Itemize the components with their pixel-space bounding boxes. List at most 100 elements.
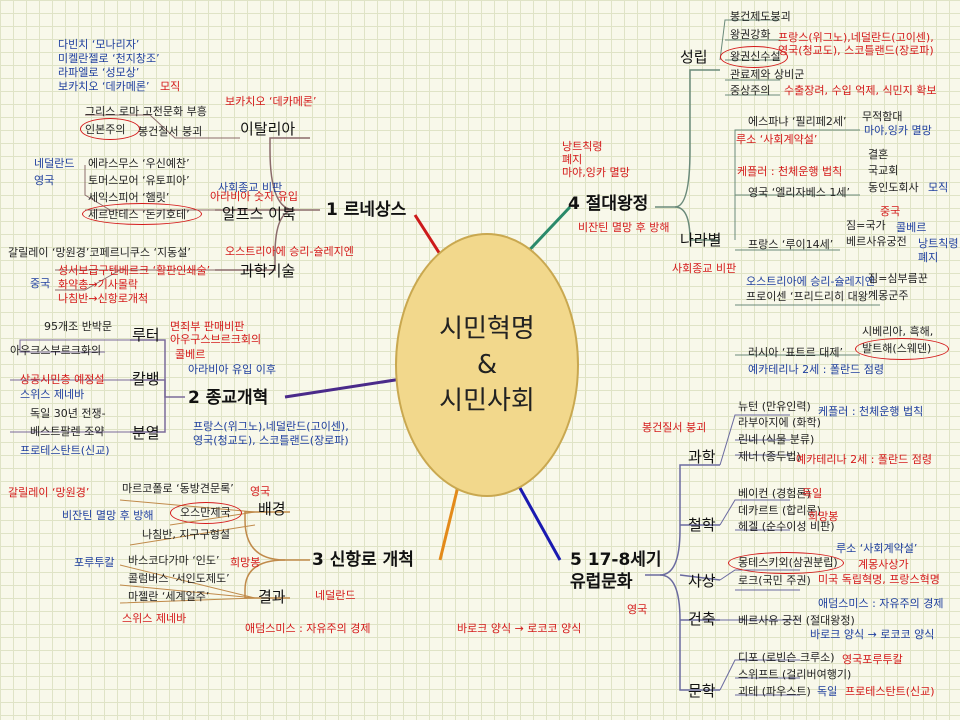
branch-culture-line2: 유럽문화 xyxy=(570,572,633,592)
baltic: 발트해(스웨덴) xyxy=(862,342,932,355)
node-literature: 문학 xyxy=(688,682,716,700)
netherlands: 네덜란드 xyxy=(34,157,75,170)
adam-smith: 애덤스미스 : 자유주의 경제 xyxy=(245,622,371,635)
baroque: 바로크 양식 → 로코코 양식 xyxy=(457,622,582,635)
columbus: 콜럼버스 ‘서인도제도’ xyxy=(128,572,230,585)
nantes-edict: 낭트칙령 xyxy=(562,140,603,153)
thirty-years: 독일 30년 전쟁- xyxy=(30,407,106,420)
versailles: 베르사유궁전 xyxy=(846,235,907,248)
node-establish: 성립 xyxy=(680,48,708,66)
china: 중국 xyxy=(30,277,51,290)
arabic-numerals: 아라비아 숫자 유입 xyxy=(210,190,298,203)
davinci: 다빈치 ‘모나리자’ xyxy=(58,38,140,51)
versailles-palace: 베르사유 궁전 (절대왕정) xyxy=(738,614,855,627)
compass-globe: 나침반, 지구구형설 xyxy=(142,528,230,541)
node-thought: 사상 xyxy=(688,572,716,590)
england-red: 영국 xyxy=(250,485,271,498)
church: 국교회 xyxy=(868,164,899,177)
prussia: 프로이센 ‘프리드리히 대왕’ xyxy=(746,290,872,303)
michelangelo: 미켈란젤로 ‘천지창조’ xyxy=(58,52,160,65)
india-co: 동인도회사 xyxy=(868,181,919,194)
state-is-me: 짐=국가 xyxy=(846,219,886,232)
armada: 무적함대 xyxy=(862,110,903,123)
catherine: 예카테리나 2세 : 폴란드 점령 xyxy=(748,363,885,376)
elizabeth: 영국 ‘엘리자베스 1세’ xyxy=(748,186,850,199)
wool: 모직 xyxy=(928,181,949,194)
westphalia: 베스트팔렌 조약 xyxy=(30,425,105,438)
england-scotland: 영국(청교도), 스코틀랜드(장로파) xyxy=(193,434,349,447)
center-line-2: & xyxy=(476,350,498,380)
goethe: 괴테 (파우스트) xyxy=(738,685,811,698)
hegel: 헤겔 (순수이성 비판) xyxy=(738,520,835,533)
augsburg-council: 아우구스브르크회의 xyxy=(170,333,262,346)
england: 영국 xyxy=(34,174,55,187)
predestination: 상공시민층 예정설 xyxy=(20,373,105,386)
kepler-blue: 케플러 : 천체운행 법칙 xyxy=(818,405,924,418)
austria-victory: 오스트리아에 승리-슐레지엔 xyxy=(225,245,354,258)
lavoisier: 라부아지에 (화학) xyxy=(738,416,821,429)
feudal-collapse: 봉건제도붕괴 xyxy=(730,10,791,23)
russia: 러시아 ‘표트르 대제’ xyxy=(748,346,843,359)
feudal-collapse: 봉건질서 붕괴 xyxy=(138,125,203,138)
node-philosophy: 철학 xyxy=(688,516,716,534)
greco-roman: 그리스 로마 고전문화 부흥 xyxy=(85,105,207,118)
linne: 린네 (식물 분류) xyxy=(738,433,815,446)
swift: 스위프트 (걸리버여행기) xyxy=(738,668,852,681)
montesquieu: 몽테스키외(삼권분립) xyxy=(738,556,838,569)
spain: 에스파냐 ‘필리페2세’ xyxy=(748,115,847,128)
marco-polo: 마르코폴로 ‘동방견문록’ xyxy=(122,482,234,495)
boccaccio-2: 보카치오 ‘데카메론’ xyxy=(225,95,317,108)
kepler: 케플러 : 천체운행 법칙 xyxy=(737,165,843,178)
enlightenment: 계몽사상가 xyxy=(858,558,909,571)
byzantine: 비잔틴 멸망 후 방해 xyxy=(62,509,154,522)
marriage: 결혼 xyxy=(868,148,889,161)
jenner: 제너 (종두법) xyxy=(738,450,801,463)
humanism-oval xyxy=(80,118,140,140)
royal-power: 왕권강화 xyxy=(730,28,771,41)
social-critique: 사회종교 비판 xyxy=(672,262,737,275)
austria: 오스트리아에 승리-슐레지엔 xyxy=(746,275,875,288)
china-red: 중국 xyxy=(880,205,901,218)
galileo-copernicus: 갈릴레이 ‘망원경’코페르니쿠스 ‘지동설’ xyxy=(8,246,191,259)
france-red: 프랑스(위그노),네덜란드(고이센), xyxy=(778,31,934,44)
node-by-nation: 나라별 xyxy=(680,231,722,249)
divine-right: 왕권신수설 xyxy=(730,50,781,63)
indulgence: 면죄부 판매비판 xyxy=(170,320,245,333)
branch-renaissance: 1 르네상스 xyxy=(326,200,407,220)
defoe-red: 영국포루투칼 xyxy=(842,653,903,666)
node-science: 과학 xyxy=(688,448,716,466)
rousseau-blue: 루소 ‘사회계약설’ xyxy=(836,542,918,555)
maya-inca: 마야,잉카 멸망 xyxy=(562,166,630,179)
siberia: 시베리아, 흑해, xyxy=(862,325,934,338)
branch-exploration: 3 신항로 개척 xyxy=(312,550,414,570)
swiss-red: 스위스 제네바 xyxy=(122,612,187,625)
louis14: 프랑스 ‘루이14세’ xyxy=(748,238,834,251)
export-policy: 수출장려, 수입 억제, 식민지 확보 xyxy=(784,84,937,97)
node-architecture: 건축 xyxy=(688,610,716,628)
compass: 나침반→신항로개척 xyxy=(58,292,149,305)
germany-blue: 독일 xyxy=(817,685,838,698)
swiss: 스위스 제네바 xyxy=(20,388,85,401)
catherine-red: 예카테리나 2세 : 폴란드 점령 xyxy=(796,453,933,466)
center-line-3: 시민사회 xyxy=(439,386,535,416)
node-luther: 루터 xyxy=(132,326,160,344)
mercantilism: 중상주의 xyxy=(730,84,771,97)
magellan: 마젤란 ‘세계일주’ xyxy=(128,590,210,603)
arabic-inflow: 아라비아 유입 이후 xyxy=(188,363,276,376)
bureaucracy: 관료제와 상비군 xyxy=(730,68,805,81)
newton: 뉴턴 (만유인력) xyxy=(738,400,811,413)
raphael: 라파엘로 ‘성모상’ xyxy=(58,66,140,79)
germany-red: 독일 xyxy=(802,487,823,500)
colbert: 콜베르 xyxy=(175,348,206,361)
branch-absolutism: 4 절대왕정 xyxy=(568,194,649,214)
branch-reformation: 2 종교개혁 xyxy=(188,388,269,408)
protestant-red: 프로테스탄트(신교) xyxy=(845,685,935,698)
hope-cape: 희망봉 xyxy=(230,556,261,569)
repeal-blue: 폐지 xyxy=(918,251,939,264)
locke: 로크(국민 주권) xyxy=(738,574,811,587)
theses: 95개조 반박문 xyxy=(44,320,113,333)
center-line-1: 시민혁명 xyxy=(439,314,535,344)
node-alps: 알프스 이북 xyxy=(222,205,296,223)
france-netherlands: 프랑스(위그노),네덜란드(고이센), xyxy=(193,420,349,433)
shakespeare: 세익스피어 ‘햄릿’ xyxy=(88,191,170,204)
